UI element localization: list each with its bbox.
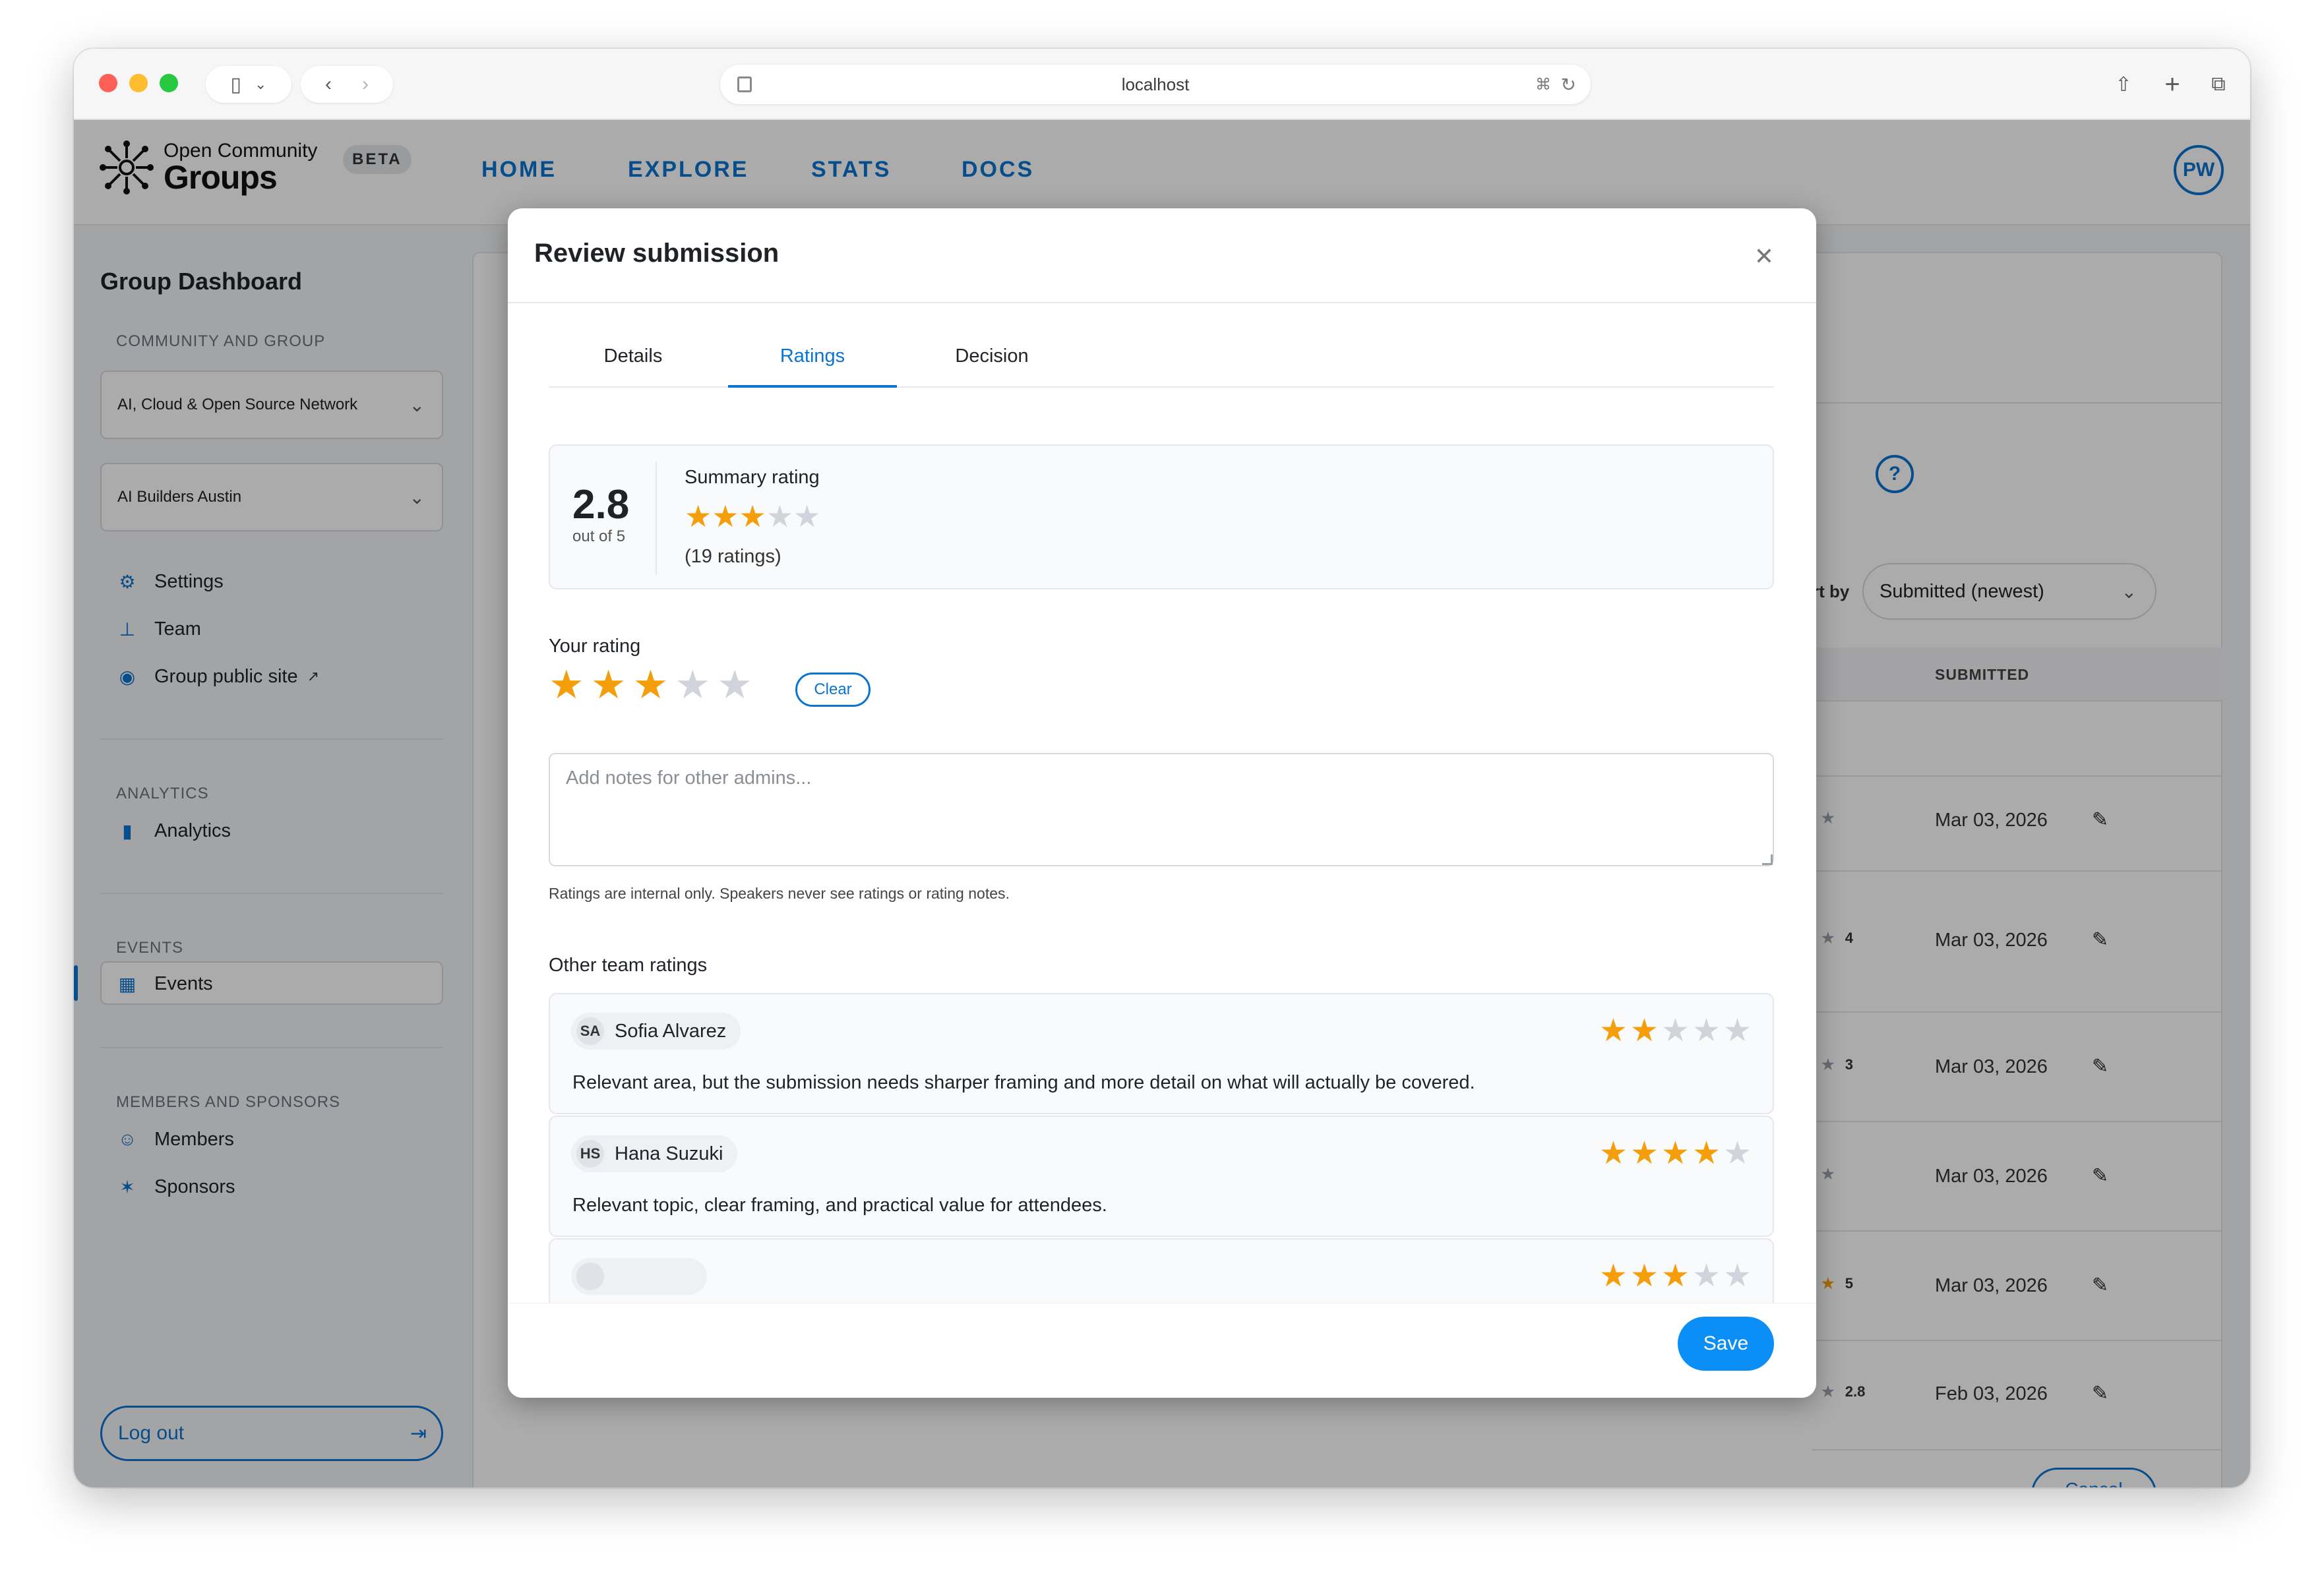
zoom-window-button[interactable] [160, 74, 178, 92]
star-filled-icon: ★ [1599, 1013, 1628, 1048]
avatar [576, 1263, 604, 1290]
avatar: SA [576, 1017, 604, 1045]
close-icon[interactable]: ✕ [1754, 243, 1774, 270]
summary-rating-card: 2.8 out of 5 Summary rating ★★★★★ (19 ra… [549, 444, 1774, 589]
address-bar[interactable]: localhost ⌘ ↻ [720, 65, 1591, 104]
star-filled-icon[interactable]: ★ [591, 665, 627, 705]
star-empty-icon: ★ [1723, 1136, 1752, 1171]
ratings-hint: Ratings are internal only. Speakers neve… [549, 885, 1010, 902]
star-filled-icon[interactable]: ★ [549, 665, 584, 705]
star-filled-icon: ★ [1599, 1136, 1628, 1171]
star-filled-icon: ★ [1599, 1259, 1628, 1294]
reviewer-stars: ★★★★★ [1597, 1135, 1752, 1172]
summary-score: 2.8 [572, 482, 630, 527]
browser-toolbar: ▯ ⌄ ‹ › localhost ⌘ ↻ ⇧ + ⧉ [74, 49, 2250, 120]
sidebar-toggle-button[interactable]: ▯ ⌄ [206, 66, 291, 103]
clear-rating-button[interactable]: Clear [795, 673, 871, 707]
rating-card: SA Sofia Alvarez ★★★★★ Relevant area, but t… [549, 993, 1774, 1114]
summary-out-of: out of 5 [572, 527, 626, 545]
modal-header: Review submission ✕ [508, 208, 1816, 303]
modal-title: Review submission [534, 239, 780, 268]
reviewer-comment: Relevant topic, clear framing, and pract… [572, 1195, 1107, 1216]
forward-icon[interactable]: › [362, 73, 369, 96]
sidebar-icon: ▯ [230, 73, 242, 96]
minimize-window-button[interactable] [129, 74, 148, 92]
browser-window: ▯ ⌄ ‹ › localhost ⌘ ↻ ⇧ + ⧉ Open Communi… [74, 49, 2250, 1487]
reviewer-stars: ★★★★★ [1597, 1013, 1752, 1049]
star-empty-icon: ★ [1692, 1259, 1721, 1294]
tab-ratings[interactable]: Ratings [728, 340, 897, 388]
review-modal: Review submission ✕ Details Ratings Deci… [508, 208, 1816, 1398]
reviewer-comment: Relevant area, but the submission needs … [572, 1072, 1475, 1093]
other-ratings-label: Other team ratings [549, 955, 708, 976]
reviewer-stars: ★★★★★ [1597, 1258, 1752, 1294]
reload-icon[interactable]: ↻ [1561, 74, 1576, 96]
save-button[interactable]: Save [1678, 1317, 1774, 1371]
history-nav: ‹ › [301, 66, 393, 103]
modal-tabs: Details Ratings Decision [549, 340, 1774, 388]
star-filled-icon: ★ [712, 499, 739, 533]
summary-divider [656, 462, 657, 575]
rating-card: HS Hana Suzuki ★★★★★ Relevant topic, clear … [549, 1116, 1774, 1237]
star-empty-icon: ★ [793, 499, 821, 533]
reviewer-name: Sofia Alvarez [615, 1020, 727, 1042]
reviewer-chip: SA Sofia Alvarez [571, 1013, 741, 1050]
star-filled-icon: ★ [685, 499, 712, 533]
star-empty-icon: ★ [766, 499, 793, 533]
star-filled-icon: ★ [739, 499, 766, 533]
summary-stars: ★★★★★ [685, 498, 820, 534]
tab-decision[interactable]: Decision [907, 340, 1076, 388]
back-icon[interactable]: ‹ [325, 73, 332, 96]
your-rating-label: Your rating [549, 636, 641, 657]
star-filled-icon: ★ [1630, 1136, 1659, 1171]
star-filled-icon: ★ [1661, 1259, 1690, 1294]
star-empty-icon: ★ [1723, 1013, 1752, 1048]
reviewer-chip: HS Hana Suzuki [571, 1135, 738, 1172]
address-text: localhost [1121, 74, 1190, 94]
tabs-overview-icon[interactable]: ⧉ [2200, 66, 2237, 103]
star-filled-icon: ★ [1630, 1013, 1659, 1048]
resize-handle[interactable] [1762, 854, 1773, 865]
star-empty-icon: ★ [1661, 1013, 1690, 1048]
star-filled-icon[interactable]: ★ [633, 665, 669, 705]
close-window-button[interactable] [99, 74, 117, 92]
star-filled-icon: ★ [1692, 1136, 1721, 1171]
reviewer-chip [571, 1258, 707, 1295]
tab-details[interactable]: Details [549, 340, 718, 388]
star-empty-icon: ★ [1692, 1013, 1721, 1048]
star-filled-icon: ★ [1661, 1136, 1690, 1171]
avatar: HS [576, 1140, 604, 1168]
share-icon[interactable]: ⇧ [2105, 66, 2142, 103]
page-icon [737, 76, 752, 92]
app-page: Open Community Groups BETA HOME EXPLORE … [74, 120, 2250, 1487]
your-rating-stars: ★ ★ ★ ★ ★ [549, 662, 759, 707]
summary-count: (19 ratings) [685, 546, 781, 567]
translate-icon[interactable]: ⌘ [1535, 75, 1551, 94]
chevron-down-icon: ⌄ [255, 76, 267, 92]
reviewer-name: Hana Suzuki [615, 1143, 723, 1164]
new-tab-icon[interactable]: + [2154, 66, 2191, 103]
star-empty-icon[interactable]: ★ [717, 665, 752, 705]
star-empty-icon: ★ [1723, 1259, 1752, 1294]
star-filled-icon: ★ [1630, 1259, 1659, 1294]
summary-label: Summary rating [685, 467, 820, 488]
modal-footer: Save [508, 1303, 1816, 1398]
star-empty-icon[interactable]: ★ [675, 665, 710, 705]
notes-textarea[interactable] [549, 753, 1774, 866]
